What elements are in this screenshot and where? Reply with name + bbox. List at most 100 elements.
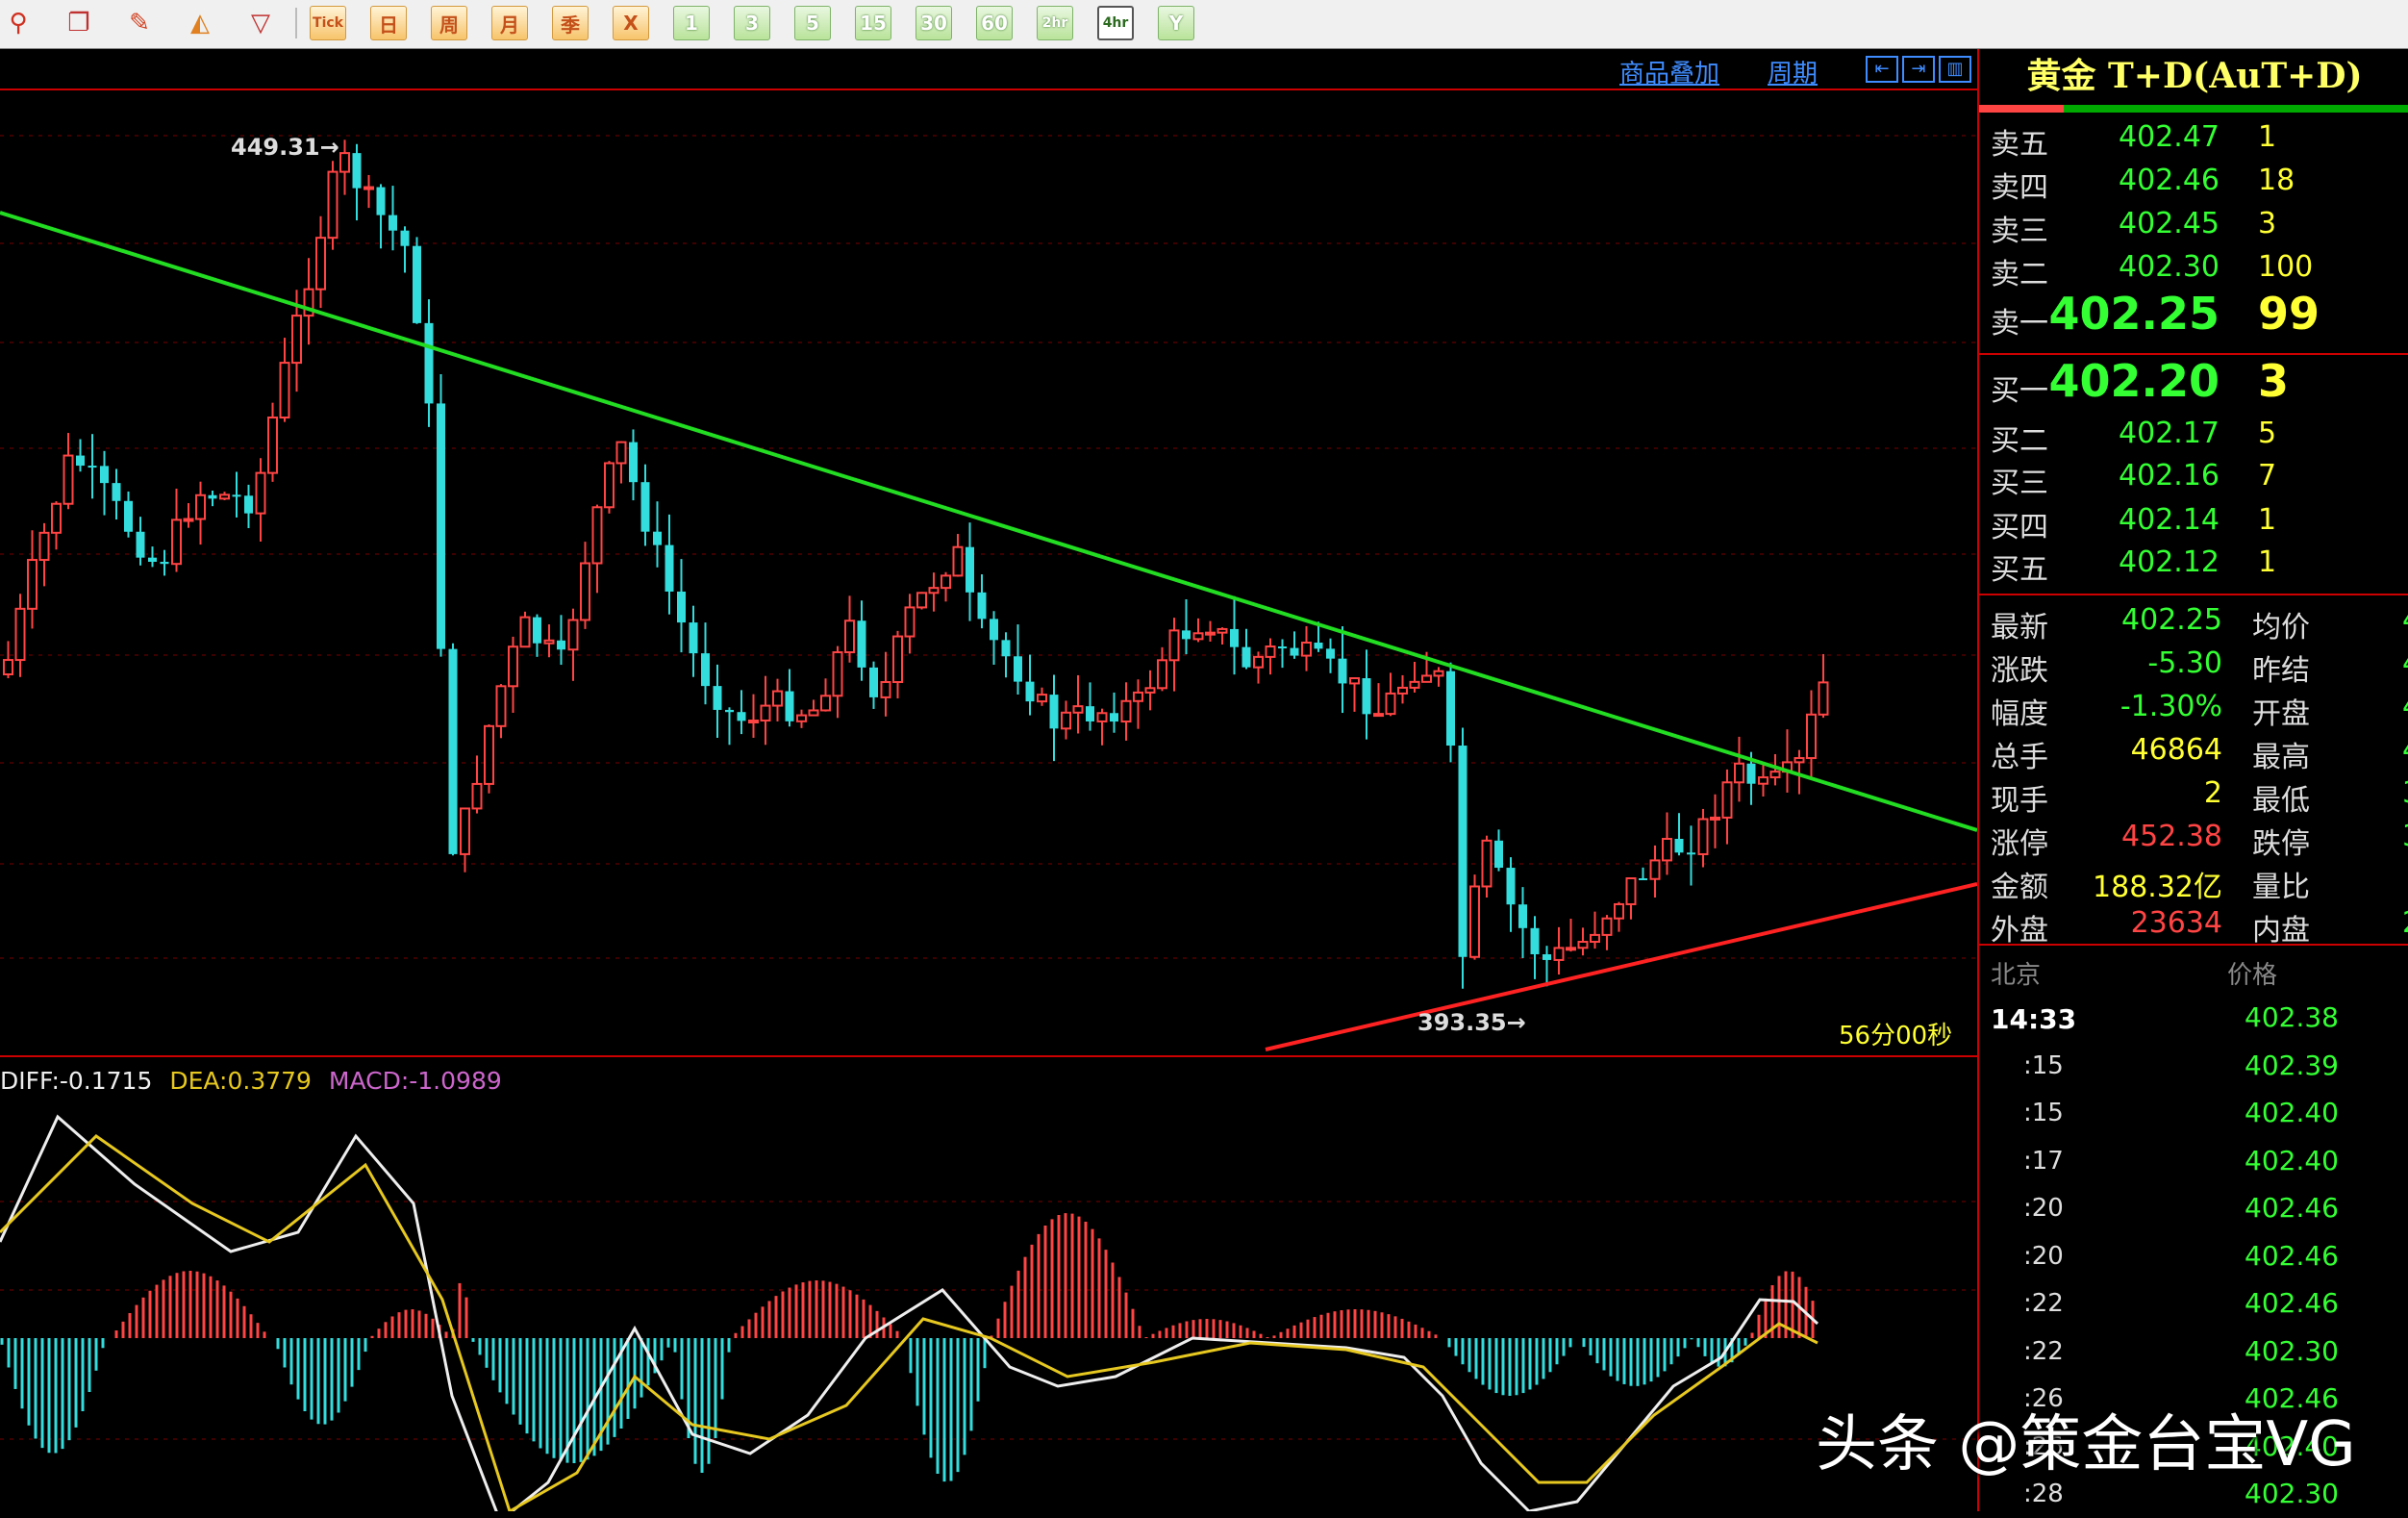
candle-body	[604, 462, 615, 509]
period-button-y[interactable]: Y	[1158, 6, 1194, 40]
candle-body	[1253, 655, 1264, 669]
cone-icon[interactable]: ◭	[182, 6, 218, 40]
period-button-月[interactable]: 月	[491, 6, 528, 40]
candle-body	[1553, 947, 1565, 961]
period-button-tick[interactable]: Tick	[310, 6, 346, 40]
candle-body	[352, 153, 362, 189]
stat-row: 最新402.25均价4	[1991, 603, 2408, 645]
stat-row: 涨停452.38跌停3	[1991, 820, 2408, 861]
period-button-5[interactable]: 5	[794, 6, 831, 40]
stats-divider	[1979, 594, 2408, 595]
tick-row: 14:33 402.38	[1991, 1001, 2339, 1035]
period-button-4hr[interactable]: 4hr	[1097, 6, 1134, 40]
candle-body	[1301, 642, 1312, 657]
candle-body	[76, 455, 85, 467]
candle-body	[413, 245, 421, 323]
period-button-2hr[interactable]: 2hr	[1037, 6, 1073, 40]
descending-trendline	[0, 211, 1977, 832]
filter-icon[interactable]: ▽	[242, 6, 279, 40]
high-label: 449.31→	[231, 134, 339, 161]
tick-row: :20 402.46	[2023, 1192, 2339, 1224]
period-button-x[interactable]: X	[613, 6, 649, 40]
candle-body	[928, 587, 940, 595]
candle-body	[977, 592, 987, 620]
candle-body	[1265, 645, 1276, 658]
candle-body	[615, 441, 627, 465]
candle-body	[14, 607, 26, 662]
candle-body	[1649, 859, 1661, 880]
bar-countdown: 56分00秒	[1839, 1022, 1952, 1050]
period-button-周[interactable]: 周	[431, 6, 467, 40]
pen-icon[interactable]: ✎	[121, 6, 158, 40]
candle-body	[591, 506, 603, 565]
candle-body	[1662, 838, 1672, 862]
chart-area[interactable]: 449.31→ 393.35→ 56分00秒 DIFF:-0.1715 DEA:…	[0, 49, 1977, 1511]
candle-body	[1157, 659, 1167, 690]
candle-body	[1217, 627, 1228, 634]
candle-body	[1601, 917, 1613, 936]
candle-body	[952, 545, 964, 577]
period-button-30[interactable]: 30	[916, 6, 952, 40]
candle-body	[1674, 839, 1684, 853]
search-icon[interactable]: ⚲	[0, 6, 37, 40]
period-button-3[interactable]: 3	[734, 6, 770, 40]
candle-body	[148, 557, 157, 563]
candle-body	[376, 187, 386, 215]
candle-body	[1421, 674, 1432, 683]
candle-body	[195, 493, 206, 520]
candle-body	[1697, 818, 1709, 855]
period-button-日[interactable]: 日	[370, 6, 407, 40]
candle-body	[88, 466, 97, 468]
candle-body	[1168, 629, 1180, 662]
candle-body	[400, 230, 410, 246]
candle-body	[1806, 713, 1817, 760]
window-icon[interactable]: ❐	[61, 6, 97, 40]
candle-body	[1433, 670, 1444, 677]
candle-body	[291, 315, 302, 365]
period-button-60[interactable]: 60	[976, 6, 1013, 40]
candle-body	[533, 617, 541, 644]
candle-body	[519, 616, 531, 648]
candle-body	[1506, 868, 1516, 905]
candle-body	[51, 502, 62, 534]
candle-body	[136, 531, 145, 558]
candle-body	[327, 170, 339, 240]
period-button-1[interactable]: 1	[673, 6, 710, 40]
bid-level-2: 买二 402.17 5	[1991, 417, 2277, 458]
candle-body	[629, 442, 638, 483]
stat-row: 涨跌-5.30昨结4	[1991, 646, 2408, 688]
candle-body	[437, 403, 445, 649]
candle-body	[124, 500, 133, 532]
candle-body	[1818, 681, 1829, 716]
macd-value: MACD:-1.0989	[329, 1067, 502, 1095]
candlesticks	[3, 139, 1829, 989]
candle-body	[1769, 771, 1781, 779]
candle-body	[1314, 643, 1323, 649]
candle-body	[796, 714, 807, 722]
diff-line	[0, 1114, 1819, 1511]
candle-body	[1205, 631, 1216, 636]
candle-body	[1481, 839, 1492, 888]
candle-body	[389, 215, 397, 231]
candle-body	[916, 592, 927, 609]
candle-body	[315, 237, 326, 291]
period-button-15[interactable]: 15	[855, 6, 891, 40]
candle-body	[1543, 953, 1551, 960]
candle-body	[772, 690, 783, 707]
low-label: 393.35→	[1417, 1009, 1526, 1036]
bid-level-3: 买三 402.16 7	[1991, 459, 2277, 500]
period-button-季[interactable]: 季	[552, 6, 589, 40]
toolbar: ⚲❐✎◭▽▤↗Tick日周月季X1351530602hr4hrY	[0, 0, 2408, 49]
candle-body	[1242, 646, 1251, 668]
watermark: 头条 @策金台宝VG	[1816, 1409, 2356, 1480]
candle-body	[701, 653, 710, 687]
candle-body	[232, 494, 241, 497]
candle-body	[904, 606, 916, 638]
candle-body	[1326, 648, 1335, 659]
bid-level-1: 买一 402.20 3	[1991, 355, 2290, 408]
candle-body	[1001, 640, 1011, 657]
candle-body	[1625, 877, 1637, 905]
ask-level-3: 卖三 402.45 3	[1991, 207, 2277, 248]
stat-row: 现手2最低3	[1991, 776, 2408, 818]
candle-body	[748, 720, 759, 724]
